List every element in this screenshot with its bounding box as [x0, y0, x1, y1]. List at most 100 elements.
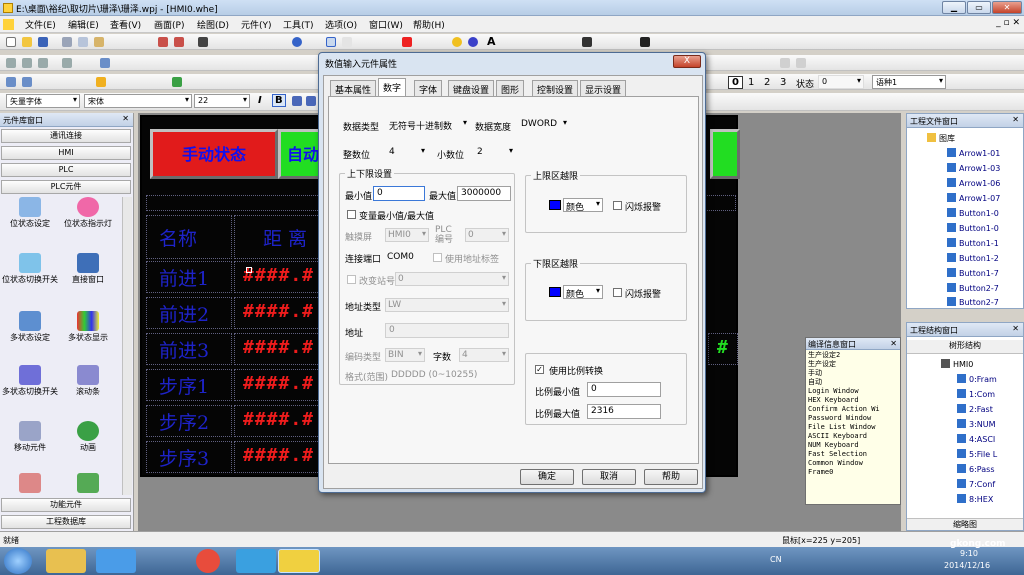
- align-text-center-icon[interactable]: [306, 96, 316, 106]
- tree-item[interactable]: Arrow1-03: [947, 163, 1000, 173]
- chart-icon[interactable]: [172, 77, 182, 87]
- tree-item[interactable]: 1:Com: [957, 389, 995, 399]
- upper-color-select[interactable]: 颜色: [563, 198, 603, 213]
- tab-graphic[interactable]: 图形: [496, 80, 525, 96]
- tool-move-component[interactable]: 移动元件: [2, 421, 58, 453]
- align-top-icon[interactable]: [62, 58, 72, 68]
- tool-animation[interactable]: 动画: [60, 421, 116, 453]
- int-digits-select[interactable]: 4: [387, 146, 427, 160]
- ie-taskbar-icon[interactable]: [96, 549, 136, 573]
- align-center-icon[interactable]: [22, 58, 32, 68]
- circle-icon[interactable]: [452, 37, 462, 47]
- state-2-button[interactable]: 2: [764, 77, 770, 88]
- change-station-checkbox[interactable]: [347, 275, 356, 284]
- mdi-controls[interactable]: _ ▫ ✕: [996, 18, 1020, 28]
- tree-item[interactable]: 2:Fast: [957, 404, 993, 414]
- scale-checkbox[interactable]: ✓: [535, 365, 544, 374]
- music-icon[interactable]: [96, 77, 106, 87]
- tool-multi-state-switch[interactable]: 多状态切换开关: [2, 365, 58, 397]
- tree-item[interactable]: Button1-0: [947, 208, 999, 218]
- addr-input[interactable]: 0: [385, 323, 509, 338]
- app-taskbar-icon[interactable]: [236, 549, 276, 573]
- copy-icon[interactable]: [78, 37, 88, 47]
- align-right-icon[interactable]: [38, 58, 48, 68]
- close-button[interactable]: ✕: [992, 1, 1022, 14]
- menu-window[interactable]: 窗口(W): [369, 18, 403, 31]
- menu-view[interactable]: 查看(V): [110, 18, 141, 31]
- tool-bit-set[interactable]: 位状态设定: [2, 197, 58, 229]
- folder-taskbar-icon[interactable]: [46, 549, 86, 573]
- tree-root-gallery[interactable]: 图库: [927, 133, 955, 144]
- bold-icon[interactable]: B: [272, 94, 286, 107]
- tab-font[interactable]: 字体: [414, 80, 443, 96]
- tree-item[interactable]: 7:Conf: [957, 479, 995, 489]
- tab-basic[interactable]: 基本属性: [330, 80, 377, 96]
- var-limits-checkbox[interactable]: [347, 210, 356, 219]
- cancel-button[interactable]: 取消: [582, 469, 636, 485]
- bit-lamp-icon[interactable]: [6, 77, 16, 87]
- tree-item[interactable]: 4:ASCI: [957, 434, 995, 444]
- menu-file[interactable]: 文件(E): [25, 18, 56, 31]
- paste-icon[interactable]: [94, 37, 104, 47]
- select-arrow-icon[interactable]: [326, 37, 336, 47]
- state-combo[interactable]: 0: [818, 75, 864, 89]
- arrow-right-icon[interactable]: [796, 58, 806, 68]
- line-icon[interactable]: [342, 37, 352, 47]
- upper-flash-checkbox[interactable]: [613, 201, 622, 210]
- start-button[interactable]: [4, 548, 32, 574]
- data-width-select[interactable]: DWORD: [519, 118, 569, 132]
- tree-item[interactable]: Arrow1-01: [947, 148, 1000, 158]
- chrome-taskbar-icon[interactable]: [196, 549, 220, 573]
- state-3-button[interactable]: 3: [780, 77, 786, 88]
- tool-bit-lamp[interactable]: 位状态指示灯: [60, 197, 116, 229]
- hmi-manual-button[interactable]: 手动状态: [150, 129, 278, 179]
- scale-max-input[interactable]: 2316: [587, 404, 661, 419]
- group-icon[interactable]: [100, 58, 110, 68]
- lang-indicator[interactable]: CN: [770, 555, 782, 564]
- tree-item[interactable]: Button1-1: [947, 238, 999, 248]
- tree-item[interactable]: 6:Pass: [957, 464, 995, 474]
- tree-item[interactable]: Arrow1-07: [947, 193, 1000, 203]
- close-icon[interactable]: ✕: [1012, 115, 1019, 124]
- dialog-close-button[interactable]: X: [673, 55, 701, 68]
- encode-select[interactable]: BIN: [385, 348, 425, 362]
- tab-number[interactable]: 数字: [378, 78, 407, 97]
- tree-item[interactable]: 5:File L: [957, 449, 997, 459]
- category-communication[interactable]: 通讯连接: [1, 129, 131, 143]
- tree-item[interactable]: Arrow1-06: [947, 178, 1000, 188]
- clock-date[interactable]: 2014/12/16: [944, 561, 990, 570]
- state-0-button[interactable]: 0: [728, 76, 743, 89]
- menu-component[interactable]: 元件(Y): [241, 18, 272, 31]
- text-tool-icon[interactable]: A: [487, 35, 496, 48]
- right-value-cell[interactable]: #: [708, 333, 738, 365]
- save-icon[interactable]: [38, 37, 48, 47]
- hmi-right-button[interactable]: [710, 129, 740, 179]
- tool-extra-1[interactable]: [2, 473, 58, 495]
- tab-keyboard[interactable]: 键盘设置: [448, 80, 495, 96]
- menu-screen[interactable]: 画面(P): [154, 18, 184, 31]
- ok-button[interactable]: 确定: [520, 469, 574, 485]
- plc-no-select[interactable]: 0: [465, 228, 509, 242]
- font-face-combo[interactable]: 宋体: [84, 94, 192, 108]
- selection-handle[interactable]: [246, 267, 252, 273]
- arrow-left-icon[interactable]: [780, 58, 790, 68]
- tree-item[interactable]: 3:NUM: [957, 419, 996, 429]
- close-icon[interactable]: ✕: [1012, 324, 1019, 333]
- tree-item[interactable]: Button1-2: [947, 253, 999, 263]
- touch-screen-select[interactable]: HMI0: [385, 228, 429, 242]
- snap-icon[interactable]: [640, 37, 650, 47]
- tree-item[interactable]: 0:Fram: [957, 374, 997, 384]
- state-1-button[interactable]: 1: [748, 77, 754, 88]
- dec-digits-select[interactable]: 2: [475, 146, 515, 160]
- align-left-icon[interactable]: [6, 58, 16, 68]
- font-type-combo[interactable]: 矢量字体: [6, 94, 80, 108]
- minimize-button[interactable]: ▁: [942, 1, 966, 14]
- tree-root-hmi0[interactable]: HMI0: [941, 359, 973, 369]
- left-panel-scrollbar[interactable]: [122, 197, 132, 495]
- close-icon[interactable]: ✕: [122, 114, 129, 123]
- tree-item[interactable]: Button1-7: [947, 268, 999, 278]
- tree-item[interactable]: Button2-7: [947, 283, 999, 293]
- tab-control[interactable]: 控制设置: [532, 80, 579, 96]
- category-plc[interactable]: PLC: [1, 163, 131, 177]
- new-icon[interactable]: [6, 37, 16, 47]
